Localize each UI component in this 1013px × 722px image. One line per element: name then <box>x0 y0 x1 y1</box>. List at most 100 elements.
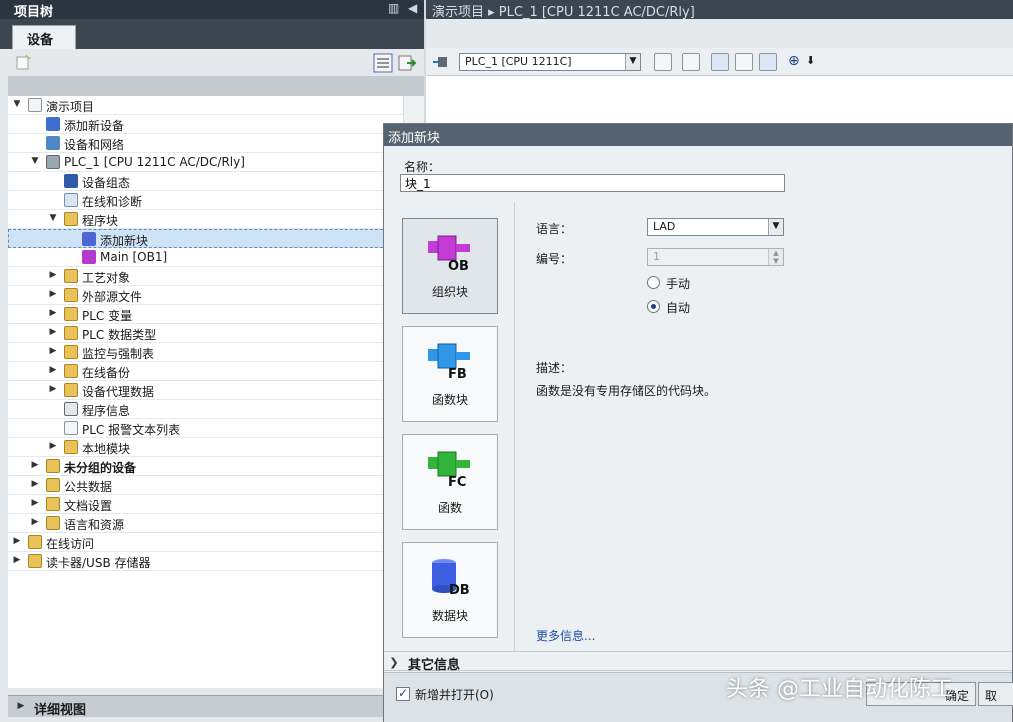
fit-view-icon[interactable] <box>654 53 672 71</box>
tree-item-label: Main [OB1] <box>100 250 168 264</box>
block-name-input[interactable] <box>400 174 785 192</box>
collapsed-arrow-icon[interactable]: ▶ <box>12 536 22 546</box>
folder-icon <box>64 326 78 340</box>
language-select[interactable]: LAD ▼ <box>647 218 784 236</box>
network-icon <box>46 136 60 150</box>
collapse-panel-icon[interactable]: ◀ <box>408 1 417 15</box>
add-and-open-checkbox[interactable] <box>396 686 410 701</box>
collapsed-arrow-icon[interactable]: ▶ <box>30 498 40 508</box>
folder-icon <box>46 478 60 492</box>
tree-item-languages-resources[interactable]: ▶ 语言和资源 <box>8 514 403 533</box>
block-code: DB <box>449 583 470 597</box>
tree-item-label: 公共数据 <box>64 480 113 494</box>
block-type-label: 函数 <box>437 501 462 515</box>
collapsed-arrow-icon[interactable]: ▶ <box>48 289 58 299</box>
block-type-fb[interactable]: FB 函数块 <box>402 326 498 422</box>
collapsed-arrow-icon[interactable]: ▶ <box>48 384 58 394</box>
tree-item-online-backups[interactable]: ▶ 在线备份 <box>8 362 403 381</box>
tree-item-external-sources[interactable]: ▶ 外部源文件 <box>8 286 403 305</box>
project-tree-toolbar <box>8 50 424 76</box>
tree-item-online-diagnostics[interactable]: 在线和诊断 <box>8 191 403 210</box>
tree-item-plc-tags[interactable]: ▶ PLC 变量 <box>8 305 403 324</box>
list-view-icon[interactable] <box>373 53 393 73</box>
zoom-in-icon[interactable]: ⊕ <box>788 53 800 69</box>
tree-item-technology-objects[interactable]: ▶ 工艺对象 <box>8 267 403 286</box>
collapsed-arrow-icon[interactable]: ▶ <box>16 701 26 711</box>
tree-item-local-modules[interactable]: ▶ 本地模块 <box>8 438 403 457</box>
tree-item-label: 程序块 <box>82 214 119 228</box>
folder-icon <box>64 345 78 359</box>
name-label-icon[interactable] <box>682 53 700 71</box>
tree-item-devices-networks[interactable]: 设备和网络 <box>8 134 403 153</box>
collapsed-arrow-icon[interactable]: ▶ <box>48 308 58 318</box>
tree-item-program-blocks[interactable]: ▼ 程序块 <box>8 210 403 229</box>
additional-info-section[interactable]: ❯ 其它信息 <box>384 651 1012 673</box>
collapsed-arrow-icon[interactable]: ❯ <box>389 656 399 669</box>
tree-item-add-device[interactable]: 添加新设备 <box>8 115 403 134</box>
description-label: 描述： <box>536 361 573 375</box>
collapsed-arrow-icon[interactable]: ▶ <box>30 479 40 489</box>
collapsed-arrow-icon[interactable]: ▶ <box>48 327 58 337</box>
tree-item-label: 文档设置 <box>64 499 113 513</box>
editor-title: 演示项目 ▸ PLC_1 [CPU 1211C AC/DC/Rly] <box>426 0 1013 20</box>
block-type-list: OB 组织块 FB 函数块 FC 函数 DB 数据块 <box>400 209 514 649</box>
new-item-icon[interactable] <box>14 54 32 72</box>
panel-layout-icon[interactable]: ▥ <box>388 1 399 15</box>
collapsed-arrow-icon[interactable]: ▶ <box>12 555 22 565</box>
show-view-icon[interactable] <box>711 53 729 71</box>
tree-item-common-data[interactable]: ▶ 公共数据 <box>8 476 403 495</box>
tree-item-label: 程序信息 <box>82 404 131 418</box>
expanded-arrow-icon[interactable]: ▼ <box>48 213 58 223</box>
description-text: 函数是没有专用存储区的代码块。 <box>536 384 717 398</box>
tree-item-ungrouped-devices[interactable]: ▶ 未分组的设备 <box>8 457 403 476</box>
tree-header-strip <box>8 76 424 96</box>
block-type-fc[interactable]: FC 函数 <box>402 434 498 530</box>
device-select[interactable]: PLC_1 [CPU 1211C] ▼ <box>459 53 641 71</box>
tree-item-device-config[interactable]: 设备组态 <box>8 172 403 191</box>
table-view-icon[interactable] <box>759 53 777 71</box>
auto-radio[interactable] <box>647 300 660 313</box>
tree-item-label: 语言和资源 <box>64 518 125 532</box>
collapsed-arrow-icon[interactable]: ▶ <box>48 346 58 356</box>
folder-icon <box>64 383 78 397</box>
tab-devices[interactable]: 设备 <box>12 25 76 49</box>
function-icon: FC <box>428 451 470 489</box>
tree-item-watch-force-tables[interactable]: ▶ 监控与强制表 <box>8 343 403 362</box>
collapsed-arrow-icon[interactable]: ▶ <box>48 270 58 280</box>
manual-radio[interactable] <box>647 276 660 289</box>
cancel-button[interactable]: 取 <box>978 682 1013 706</box>
more-info-link[interactable]: 更多信息... <box>536 627 595 644</box>
tree-item-alarm-text-lists[interactable]: PLC 报警文本列表 <box>8 419 403 438</box>
tree-item-device-proxy-data[interactable]: ▶ 设备代理数据 <box>8 381 403 400</box>
tree-item-project[interactable]: ▼ 演示项目 <box>8 96 403 115</box>
tree-item-card-reader-usb[interactable]: ▶ 读卡器/USB 存储器 <box>8 552 403 571</box>
collapsed-arrow-icon[interactable]: ▶ <box>48 441 58 451</box>
chevron-down-icon: ▼ <box>768 219 783 235</box>
block-type-ob[interactable]: OB 组织块 <box>402 218 498 314</box>
device-view-icon[interactable] <box>432 53 452 71</box>
tree-item-label: PLC 报警文本列表 <box>82 423 181 437</box>
tree-item-add-new-block[interactable]: 添加新块 <box>8 229 403 248</box>
tree-item-label: 监控与强制表 <box>82 347 155 361</box>
tree-item-program-info[interactable]: 程序信息 <box>8 400 403 419</box>
export-icon[interactable] <box>397 53 417 73</box>
expanded-arrow-icon[interactable]: ▼ <box>12 99 22 109</box>
collapsed-arrow-icon[interactable]: ▶ <box>30 460 40 470</box>
project-tree-tab-bar: 设备 <box>0 19 424 49</box>
detail-view-bar[interactable]: ▶ 详细视图 <box>8 695 424 718</box>
grid-icon[interactable] <box>735 53 753 71</box>
dialog-divider <box>514 202 515 652</box>
number-label: 编号： <box>536 252 573 266</box>
editor-canvas <box>426 76 1013 124</box>
tree-item-online-access[interactable]: ▶ 在线访问 <box>8 533 403 552</box>
expanded-arrow-icon[interactable]: ▼ <box>30 156 40 166</box>
tree-item-plc[interactable]: ▼ PLC_1 [CPU 1211C AC/DC/Rly] <box>8 153 403 172</box>
tree-item-main-ob1[interactable]: Main [OB1] <box>8 248 403 267</box>
collapsed-arrow-icon[interactable]: ▶ <box>48 365 58 375</box>
download-arrow-icon[interactable]: ⬇ <box>806 54 815 67</box>
folder-icon <box>46 516 60 530</box>
collapsed-arrow-icon[interactable]: ▶ <box>30 517 40 527</box>
tree-item-plc-data-types[interactable]: ▶ PLC 数据类型 <box>8 324 403 343</box>
tree-item-document-settings[interactable]: ▶ 文档设置 <box>8 495 403 514</box>
block-type-db[interactable]: DB 数据块 <box>402 542 498 638</box>
